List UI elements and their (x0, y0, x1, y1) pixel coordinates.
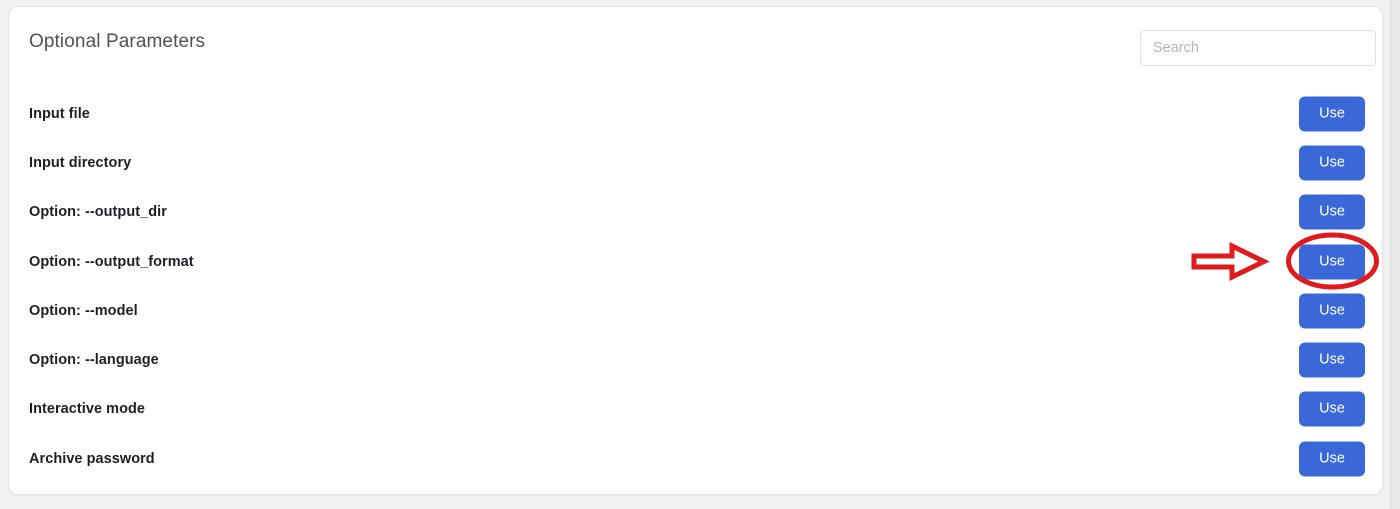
parameter-label: Option: --model (29, 302, 138, 319)
card-header: Optional Parameters (9, 7, 1382, 89)
use-button[interactable]: Use (1299, 391, 1365, 427)
parameter-label: Input file (29, 105, 90, 122)
table-row: Input directory Use (9, 138, 1382, 187)
parameters-list: Input file Use Input directory Use Optio… (9, 89, 1382, 483)
parameter-label: Option: --output_dir (29, 204, 167, 221)
table-row: Option: --output_dir Use (9, 188, 1382, 237)
use-button[interactable]: Use (1299, 96, 1365, 132)
use-button[interactable]: Use (1299, 194, 1365, 230)
use-button[interactable]: Use (1299, 293, 1365, 329)
use-button-highlighted[interactable]: Use (1299, 244, 1365, 280)
use-button[interactable]: Use (1299, 342, 1365, 378)
search-input[interactable] (1140, 30, 1376, 66)
page-scrollbar-gutter[interactable] (1390, 0, 1400, 509)
parameter-label: Input directory (29, 154, 132, 171)
table-row: Interactive mode Use (9, 385, 1382, 434)
parameter-label: Option: --language (29, 352, 159, 369)
table-row: Archive password Use (9, 434, 1382, 483)
page-root: Optional Parameters Input file Use Input… (0, 0, 1400, 509)
optional-parameters-card: Optional Parameters Input file Use Input… (8, 6, 1383, 495)
table-row: Option: --model Use (9, 286, 1382, 335)
use-button[interactable]: Use (1299, 441, 1365, 477)
parameter-label: Interactive mode (29, 401, 146, 418)
use-button[interactable]: Use (1299, 145, 1365, 181)
page-title: Optional Parameters (29, 31, 206, 52)
table-row: Option: --language Use (9, 335, 1382, 384)
table-row: Option: --output_format Use (9, 237, 1382, 286)
parameter-label: Archive password (29, 450, 155, 467)
table-row: Input file Use (9, 89, 1382, 138)
parameter-label: Option: --output_format (29, 253, 194, 270)
